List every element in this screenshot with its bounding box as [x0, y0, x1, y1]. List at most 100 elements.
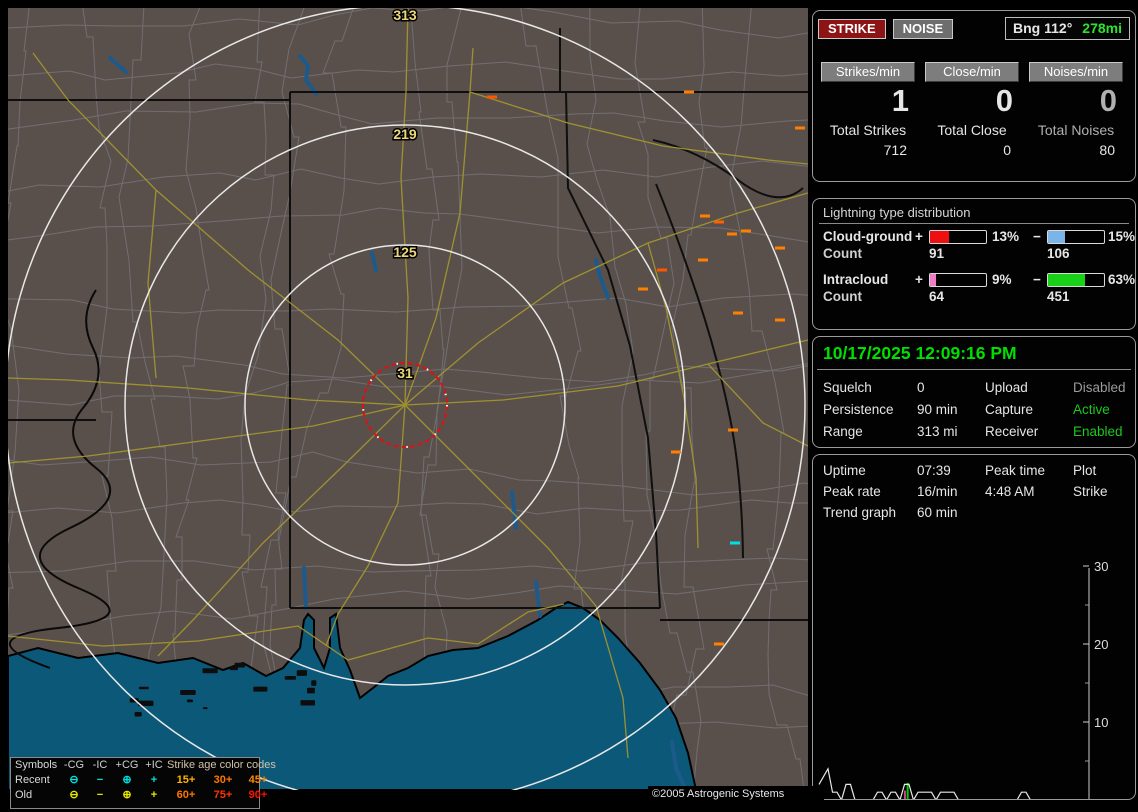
status-label2-2: Receiver: [985, 424, 1073, 439]
count-label-0: Count: [823, 246, 915, 261]
datetime-display: 10/17/2025 12:09:16 PM: [813, 337, 1135, 369]
status-grid: Squelch0UploadDisabledPersistence90 minC…: [813, 370, 1135, 439]
legend-col-pos-ic: +IC: [141, 758, 167, 773]
total-value-0: 712: [821, 138, 915, 158]
trend-series-line: [819, 769, 1089, 799]
distribution-title: Lightning type distribution: [813, 199, 1135, 223]
ic-strike-dash-2: [795, 127, 805, 130]
dist-neg-pct-0: 15%: [1105, 229, 1138, 244]
ic-strike-dash-6: [741, 230, 751, 233]
total-label-2: Total Noises: [1029, 120, 1123, 138]
minus-sign: −: [1033, 229, 1047, 244]
ic-strike-dash-9: [657, 269, 667, 272]
dist-pos-fill-1: [930, 274, 936, 286]
session-c3-1: 4:48 AM: [985, 484, 1073, 499]
total-value-2: 80: [1029, 138, 1123, 158]
distribution-grid: Cloud-ground+13%−15%Count91106Intracloud…: [813, 224, 1135, 304]
ring-label-313: 313: [393, 8, 417, 23]
total-value-1: 0: [925, 138, 1019, 158]
ic-strike-dash-14: [671, 451, 681, 454]
session-c2-0: 07:39: [917, 463, 985, 478]
legend-age-30+: 30+: [205, 773, 241, 788]
stat-column-2: Noises/min0Total Noises80: [1029, 62, 1123, 158]
legend-symbol-neg-cg-icon: ⊖: [61, 788, 87, 803]
legend-age-60+: 60+: [167, 788, 205, 803]
ic-strike-dash-4: [714, 221, 724, 224]
ic-strike-dash-5: [727, 233, 737, 236]
status-value2-2: Enabled: [1073, 424, 1138, 439]
status-value2-0: Disabled: [1073, 380, 1138, 395]
total-label-0: Total Strikes: [821, 120, 915, 138]
session-c1-1: Peak rate: [823, 484, 917, 499]
dist-label-1: Intracloud: [823, 272, 915, 287]
ic-strike-dash-16: [714, 643, 724, 646]
legend-age-90+: 90+: [241, 788, 275, 803]
dist-pos-count-1: 64: [929, 289, 989, 304]
dist-pos-fill-0: [930, 231, 949, 243]
dist-neg-fill-0: [1048, 231, 1065, 243]
trend-graph: 3020106050403020100min: [813, 513, 1135, 799]
dist-neg-count-1: 451: [1047, 289, 1105, 304]
legend-col-pos-cg: +CG: [113, 758, 141, 773]
dist-label-0: Cloud-ground: [823, 229, 915, 244]
ic-strike-dash-7: [775, 247, 785, 250]
plus-sign: +: [915, 272, 929, 287]
status-label2-1: Capture: [985, 402, 1073, 417]
legend-symbol-neg-ic-icon: −: [87, 773, 113, 788]
noise-mode-button[interactable]: NOISE: [893, 19, 953, 39]
session-c1-0: Uptime: [823, 463, 917, 478]
stat-column-0: Strikes/min1Total Strikes712: [821, 62, 915, 158]
session-c2-1: 16/min: [917, 484, 985, 499]
legend-col-neg-ic: -IC: [87, 758, 113, 773]
session-trend-panel: Uptime07:39Peak timePlotPeak rate16/min4…: [812, 454, 1136, 800]
ring-label-125: 125: [393, 244, 417, 260]
legend-age-header: Strike age color codes: [167, 758, 275, 773]
ic-strike-dash-11: [733, 312, 743, 315]
status-value-1: 90 min: [917, 402, 985, 417]
y-tick-label-30: 30: [1094, 559, 1108, 574]
ring-label-31: 31: [397, 365, 413, 381]
ic-strike-dash-1: [487, 96, 497, 99]
dist-neg-fill-1: [1048, 274, 1085, 286]
dist-neg-count-0: 106: [1047, 246, 1105, 261]
status-label2-0: Upload: [985, 380, 1073, 395]
status-value-2: 313 mi: [917, 424, 985, 439]
copyright-text: ©2005 Astrogenic Systems: [648, 786, 824, 803]
map-symbol-legend: Symbols -CG -IC +CG +IC Strike age color…: [10, 757, 260, 809]
dist-pos-pct-1: 9%: [989, 272, 1033, 287]
status-label-0: Squelch: [823, 380, 917, 395]
legend-row-recent: Recent⊖−⊕+15+30+45+: [11, 773, 259, 788]
legend-symbol-neg-ic-icon: −: [87, 788, 113, 803]
legend-age-15+: 15+: [167, 773, 205, 788]
lightning-distribution-panel: Lightning type distribution Cloud-ground…: [812, 198, 1136, 330]
bearing-value: Bng 112°: [1013, 20, 1072, 36]
minus-sign: −: [1033, 272, 1047, 287]
nexstorm-app-window: { "app": { "copyright": "©2005 Astrogeni…: [0, 0, 1138, 812]
rate-value-2: 0: [1029, 82, 1123, 120]
rate-button-2[interactable]: Noises/min: [1029, 62, 1123, 82]
legend-col-neg-cg: -CG: [61, 758, 87, 773]
ic-strike-dash-8: [698, 259, 708, 262]
dist-pos-bar-0: [929, 230, 987, 244]
ic-strike-dash-15: [730, 542, 740, 545]
session-c4-0: Plot: [1073, 463, 1138, 478]
ic-strike-dash-10: [638, 288, 648, 291]
receiver-status-panel: 10/17/2025 12:09:16 PM Squelch0UploadDis…: [812, 336, 1136, 448]
strike-stats-panel: STRIKE NOISE Bng 112° 278mi Strikes/min1T…: [812, 10, 1136, 182]
rate-button-1[interactable]: Close/min: [925, 62, 1019, 82]
count-label-1: Count: [823, 289, 915, 304]
ring-label-219: 219: [393, 126, 417, 142]
ic-strike-dash-0: [684, 91, 694, 94]
y-tick-label-10: 10: [1094, 715, 1108, 730]
legend-symbol-pos-ic-icon: +: [141, 788, 167, 803]
rate-button-0[interactable]: Strikes/min: [821, 62, 915, 82]
bearing-distance: 278mi: [1082, 20, 1122, 36]
session-c4-1: Strike: [1073, 484, 1138, 499]
lightning-map[interactable]: 313 219 125 31: [8, 8, 808, 790]
legend-symbols-header: Symbols: [15, 758, 61, 773]
strike-mode-button[interactable]: STRIKE: [818, 19, 886, 39]
dist-neg-bar-0: [1047, 230, 1105, 244]
dist-neg-bar-1: [1047, 273, 1105, 287]
legend-age-45+: 45+: [241, 773, 275, 788]
plus-sign: +: [915, 229, 929, 244]
